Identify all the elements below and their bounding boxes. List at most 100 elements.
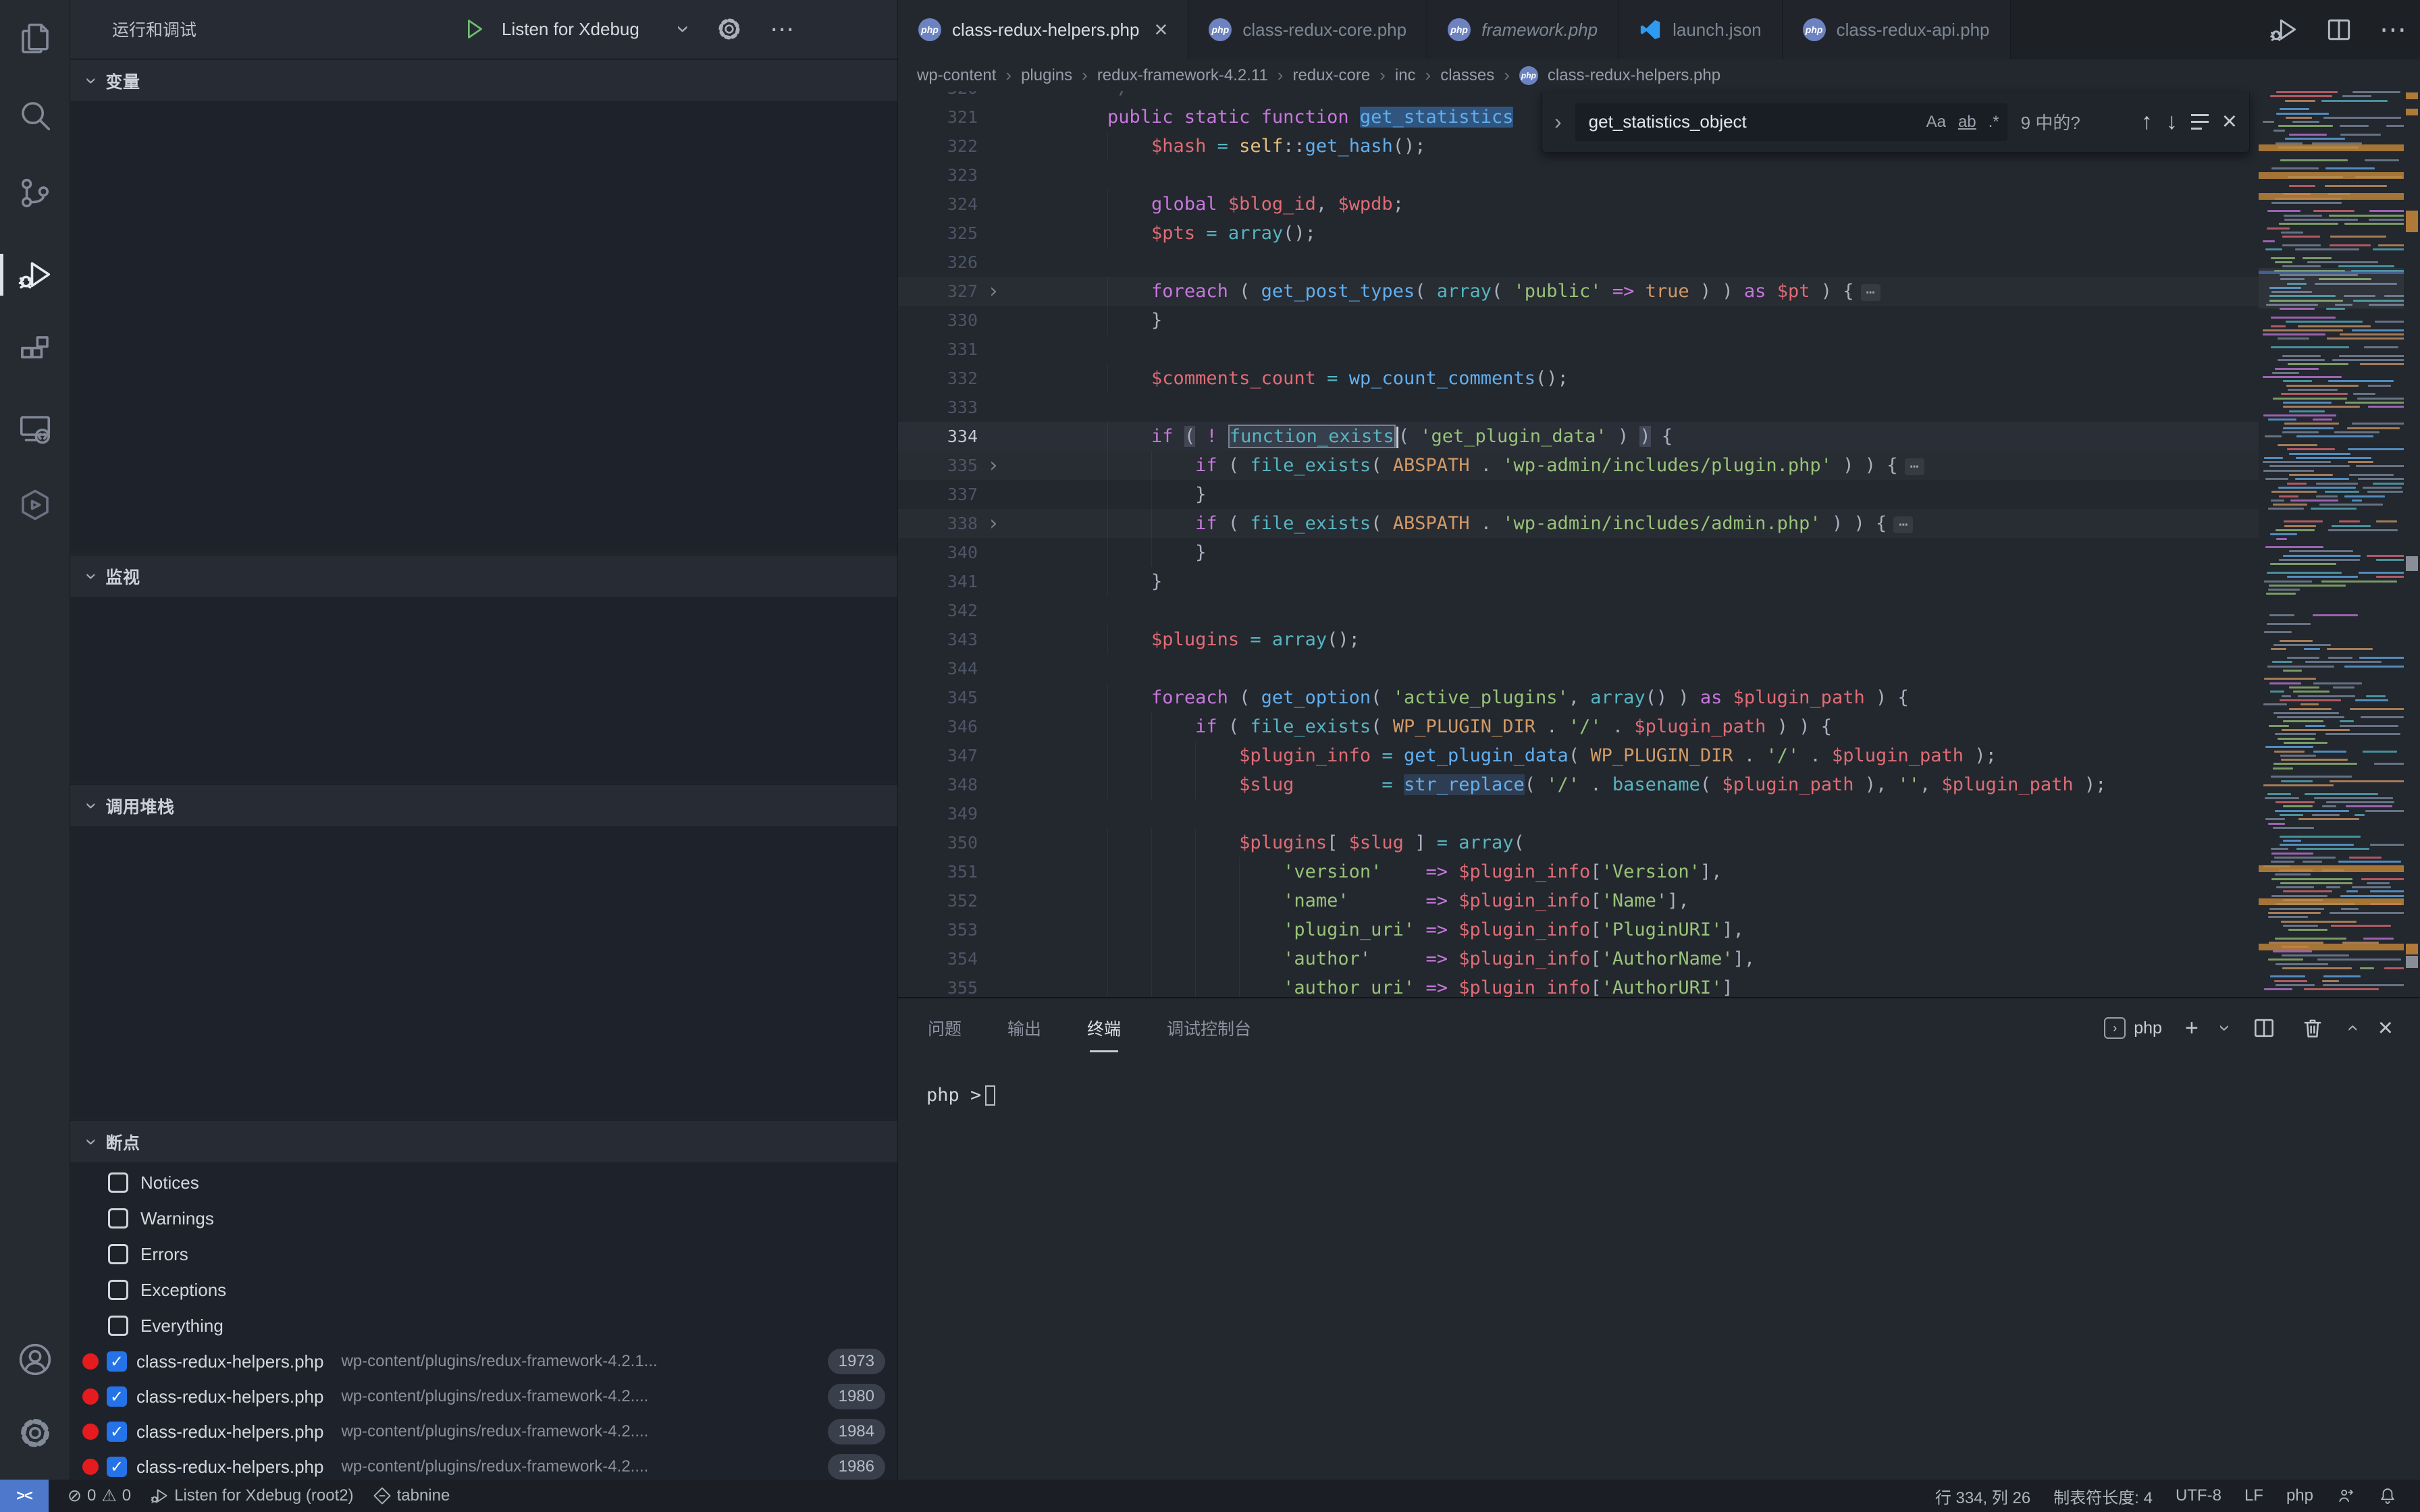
section-watch[interactable]: ›监视	[70, 555, 897, 597]
code-line[interactable]: 353 'plugin_uri' => $plugin_info['Plugin…	[898, 915, 2259, 944]
fold-chevron-icon[interactable]: ›	[987, 509, 999, 538]
breadcrumb-file[interactable]: class-redux-helpers.php	[1548, 66, 1720, 85]
code-line[interactable]: 332 $comments_count = wp_count_comments(…	[898, 364, 2259, 393]
whole-word-toggle[interactable]: ab	[1958, 113, 1976, 132]
editor-tab[interactable]: phpclass-redux-core.php	[1188, 0, 1427, 59]
find-input[interactable]	[1587, 111, 1914, 133]
code-line[interactable]: 330 }	[898, 306, 2259, 335]
checkbox-checked[interactable]: ✓	[107, 1351, 127, 1372]
close-panel-icon[interactable]: ×	[2378, 1015, 2393, 1041]
code-line[interactable]: 333	[898, 393, 2259, 422]
section-breakpoints[interactable]: ›断点	[70, 1120, 897, 1162]
checkbox-unchecked[interactable]	[108, 1172, 128, 1193]
code-line[interactable]: 331	[898, 335, 2259, 364]
split-terminal-icon[interactable]	[2251, 1015, 2277, 1041]
checkbox-unchecked[interactable]	[108, 1316, 128, 1336]
source-control-icon[interactable]	[0, 158, 70, 228]
section-call-stack[interactable]: ›调用堆栈	[70, 784, 897, 826]
breakpoint-row[interactable]: ✓class-redux-helpers.phpwp-content/plugi…	[70, 1379, 897, 1414]
code-line[interactable]: 344	[898, 654, 2259, 683]
code-editor[interactable]: 320 */321 public static function get_sta…	[898, 91, 2259, 997]
breadcrumb-item[interactable]: redux-framework-4.2.11	[1097, 66, 1268, 85]
breadcrumb-item[interactable]: classes	[1440, 66, 1494, 85]
panel-tab[interactable]: 调试控制台	[1165, 1006, 1253, 1050]
run-and-debug-icon[interactable]	[0, 240, 70, 310]
code-line[interactable]: 352 'name' => $plugin_info['Name'],	[898, 886, 2259, 915]
find-expand-icon[interactable]: ›	[1554, 109, 1562, 134]
kill-terminal-icon[interactable]	[2300, 1015, 2325, 1041]
breakpoint-filter-row[interactable]: Exceptions	[70, 1272, 897, 1307]
indentation[interactable]: 制表符长度: 4	[2053, 1484, 2153, 1508]
checkbox-checked[interactable]: ✓	[107, 1422, 127, 1442]
explorer-icon[interactable]	[0, 3, 70, 74]
code-line[interactable]: 346 if ( file_exists( WP_PLUGIN_DIR . '/…	[898, 712, 2259, 741]
code-line[interactable]: 337 }	[898, 480, 2259, 509]
minimap[interactable]	[2259, 91, 2404, 997]
checkbox-checked[interactable]: ✓	[107, 1386, 127, 1407]
breakpoint-filter-row[interactable]: Errors	[70, 1237, 897, 1272]
accounts-icon[interactable]	[0, 1324, 70, 1395]
breadcrumb[interactable]: wp-content›plugins›redux-framework-4.2.1…	[898, 59, 2420, 91]
launch-config-label[interactable]: Listen for Xdebug	[502, 19, 639, 40]
terminal-selector[interactable]: › php	[2104, 1017, 2162, 1039]
code-line[interactable]: 335› if ( file_exists( ABSPATH . 'wp-adm…	[898, 451, 2259, 480]
code-line[interactable]: 325 $pts = array();	[898, 219, 2259, 248]
code-line[interactable]: 350 $plugins[ $slug ] = array(	[898, 828, 2259, 857]
code-line[interactable]: 347 $plugin_info = get_plugin_data( WP_P…	[898, 741, 2259, 770]
panel-tab[interactable]: 问题	[926, 1006, 963, 1050]
find-close-icon[interactable]: ×	[2222, 107, 2237, 136]
code-line[interactable]: 343 $plugins = array();	[898, 625, 2259, 654]
breadcrumb-item[interactable]: wp-content	[917, 66, 996, 85]
new-terminal-icon[interactable]: +	[2185, 1017, 2199, 1040]
checkbox-unchecked[interactable]	[108, 1280, 128, 1300]
debug-status[interactable]: Listen for Xdebug (root2)	[150, 1486, 354, 1505]
fold-chevron-icon[interactable]: ›	[987, 451, 999, 480]
panel-tab[interactable]: 终端	[1086, 1006, 1122, 1050]
code-line[interactable]: 323	[898, 161, 2259, 190]
code-line[interactable]: 351 'version' => $plugin_info['Version']…	[898, 857, 2259, 886]
encoding[interactable]: UTF-8	[2176, 1486, 2221, 1505]
code-line[interactable]: 349	[898, 799, 2259, 828]
editor-tab[interactable]: phpclass-redux-helpers.php×	[898, 0, 1188, 59]
code-line[interactable]: 341 }	[898, 567, 2259, 596]
split-editor-icon[interactable]	[2324, 15, 2354, 45]
settings-gear-icon[interactable]	[0, 1398, 70, 1468]
checkbox-checked[interactable]: ✓	[107, 1457, 127, 1477]
checkbox-unchecked[interactable]	[108, 1208, 128, 1228]
code-line[interactable]: 348 $slug = str_replace( '/' . basename(…	[898, 770, 2259, 799]
code-line[interactable]: 354 'author' => $plugin_info['AuthorName…	[898, 944, 2259, 973]
checkbox-unchecked[interactable]	[108, 1244, 128, 1264]
match-case-toggle[interactable]: Aa	[1926, 113, 1946, 132]
launch-config-dropdown-icon[interactable]: ›	[672, 25, 695, 32]
find-in-selection-icon[interactable]	[2191, 114, 2209, 130]
panel-tab[interactable]: 输出	[1006, 1006, 1043, 1050]
maximize-panel-icon[interactable]: ›	[2342, 1025, 2362, 1031]
language-mode[interactable]: php	[2286, 1486, 2313, 1505]
remote-indicator[interactable]: ><	[0, 1480, 49, 1512]
editor-tab[interactable]: phpclass-redux-api.php	[1783, 0, 2011, 59]
search-icon[interactable]	[0, 80, 70, 151]
editor-tab[interactable]: launch.json	[1619, 0, 1783, 59]
regex-toggle[interactable]: .*	[1989, 113, 1999, 132]
code-line[interactable]: 355 'author_uri' => $plugin_info['Author…	[898, 973, 2259, 997]
close-tab-icon[interactable]: ×	[1154, 17, 1167, 43]
breadcrumb-item[interactable]: redux-core	[1292, 66, 1370, 85]
remote-explorer-icon[interactable]	[0, 394, 70, 464]
breakpoint-filter-row[interactable]: Everything	[70, 1308, 897, 1343]
launch-gear-icon[interactable]	[716, 16, 743, 43]
breadcrumb-item[interactable]: inc	[1395, 66, 1416, 85]
fold-chevron-icon[interactable]: ›	[987, 277, 999, 306]
terminal-dropdown-icon[interactable]: ›	[2215, 1025, 2235, 1031]
breakpoint-filter-row[interactable]: Warnings	[70, 1201, 897, 1236]
section-variables[interactable]: ›变量	[70, 59, 897, 101]
debug-more-actions-icon[interactable]: ⋯	[770, 23, 795, 35]
breakpoint-row[interactable]: ✓class-redux-helpers.phpwp-content/plugi…	[70, 1344, 897, 1379]
code-line[interactable]: 342	[898, 596, 2259, 625]
terminal-output[interactable]: php >	[926, 1085, 995, 1106]
breakpoint-row[interactable]: ✓class-redux-helpers.phpwp-content/plugi…	[70, 1414, 897, 1449]
containers-icon[interactable]	[0, 470, 70, 540]
code-line[interactable]: 334 if ( ! function_exists( 'get_plugin_…	[898, 422, 2259, 451]
feedback-icon[interactable]	[2336, 1486, 2355, 1505]
run-or-debug-icon[interactable]	[2269, 15, 2298, 45]
code-line[interactable]: 338› if ( file_exists( ABSPATH . 'wp-adm…	[898, 509, 2259, 538]
